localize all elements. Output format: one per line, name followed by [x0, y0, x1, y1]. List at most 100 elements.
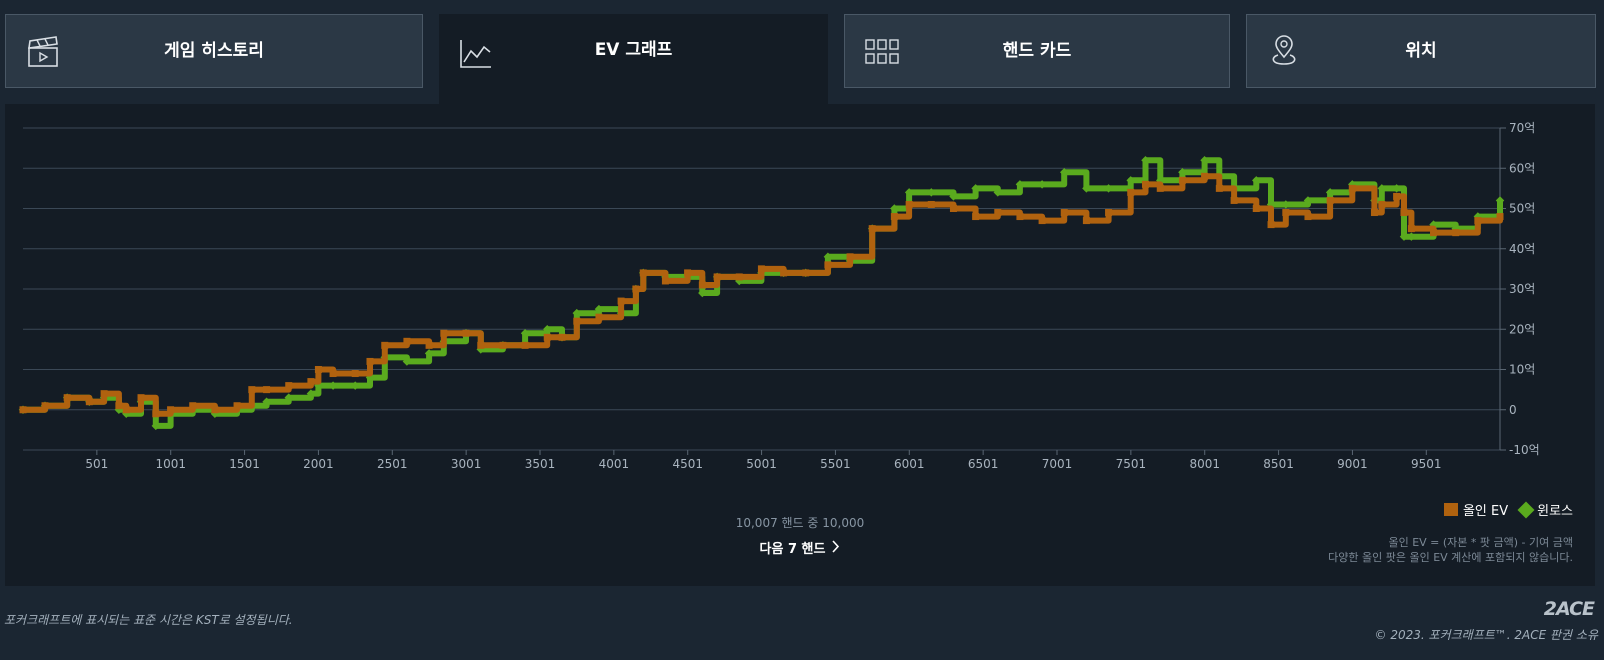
x-tick-label: 1001: [155, 457, 186, 471]
data-point: [41, 402, 49, 410]
data-point: [521, 341, 529, 349]
brand-logo: 2ACE: [1543, 598, 1595, 620]
data-point: [499, 341, 507, 349]
data-point: [381, 341, 389, 349]
x-tick-label: 3501: [525, 457, 556, 471]
ev-formula-note: 올인 EV = (자본 * 팟 금액) - 기여 금액: [1388, 536, 1573, 549]
data-point: [1378, 200, 1386, 208]
data-point: [994, 209, 1002, 217]
data-point: [698, 281, 706, 289]
tab-label: 위치: [1405, 41, 1437, 61]
data-point: [639, 269, 647, 277]
data-point: [617, 297, 625, 305]
x-tick-label: 8501: [1263, 457, 1294, 471]
data-point: [757, 265, 765, 273]
copyright-text: © 2023. 포커크래프트™. 2ACE 판권 소유: [1374, 628, 1598, 642]
data-point: [248, 386, 256, 394]
data-point: [824, 261, 832, 269]
ev-chart: -10억 0 10억 20억 30억 40억 50억 60억 70억 501 1001 1501 200…: [18, 121, 1540, 471]
data-point: [1201, 172, 1209, 180]
data-point: [1400, 209, 1408, 217]
ev-exclusion-note: 다양한 올인 팟은 올인 EV 계산에 포함되지 않습니다.: [1328, 551, 1573, 564]
tab-label: 핸드 카드: [1002, 41, 1072, 61]
data-point: [543, 333, 551, 341]
data-point: [477, 341, 485, 349]
data-point: [1016, 213, 1024, 221]
data-point: [802, 269, 810, 277]
x-tick-label: 4501: [672, 457, 703, 471]
data-point: [1348, 184, 1356, 192]
data-point: [211, 406, 219, 414]
data-point: [1178, 176, 1186, 184]
x-tick-label: 2001: [303, 457, 334, 471]
data-point: [233, 402, 241, 410]
data-point: [122, 406, 130, 414]
data-point: [661, 277, 669, 285]
data-point: [85, 398, 93, 406]
data-point: [100, 390, 108, 398]
y-tick-label: 20억: [1509, 322, 1535, 336]
data-point: [1252, 205, 1260, 212]
x-tick-label: 5501: [820, 457, 851, 471]
data-point: [1127, 188, 1135, 196]
data-point: [1038, 217, 1046, 225]
data-point: [263, 386, 271, 394]
tab-label: 게임 히스토리: [164, 41, 264, 61]
tab-game-history[interactable]: 게임 히스토리: [5, 14, 423, 88]
series-line: [23, 173, 1503, 417]
x-tick-label: 6501: [968, 457, 999, 471]
data-point: [1267, 221, 1275, 229]
tab-ev-graph[interactable]: EV 그래프: [439, 14, 828, 104]
ev-notes: 올인 EV = (자본 * 팟 금액) - 기여 금액 다양한 올인 팟은 올인…: [1328, 535, 1573, 565]
data-point: [366, 357, 374, 365]
data-point: [63, 394, 71, 402]
timezone-note: 포커크래프트에 표시되는 표준 시간은 KST로 설정됩니다.: [4, 613, 293, 627]
data-point: [1452, 229, 1460, 237]
data-point: [1474, 217, 1482, 225]
data-point: [425, 341, 433, 349]
x-tick-label: 5001: [746, 457, 777, 471]
data-point: [1370, 209, 1378, 217]
data-point: [890, 213, 898, 221]
data-point: [314, 366, 322, 373]
data-point: [1326, 196, 1334, 204]
data-point: [558, 333, 566, 341]
data-point: [1082, 217, 1090, 225]
data-point: [307, 378, 315, 386]
data-point: [905, 200, 913, 208]
data-point: [972, 213, 980, 221]
y-tick-label: 0: [1509, 403, 1517, 417]
y-tick-label: 60억: [1509, 161, 1535, 175]
x-tick-label: 7001: [1042, 457, 1073, 471]
x-tick-label: 1501: [229, 457, 260, 471]
tab-position[interactable]: 위치: [1246, 14, 1596, 88]
data-point: [462, 329, 470, 337]
data-point: [1393, 192, 1401, 200]
y-tick-label: 10억: [1509, 363, 1535, 377]
data-point: [595, 313, 603, 321]
data-point: [329, 370, 337, 378]
tab-bar: 게임 히스토리 EV 그래프 핸드 카드 위치: [0, 0, 1604, 104]
y-tick-label: -10억: [1509, 443, 1540, 457]
x-tick-label: 3001: [451, 457, 482, 471]
data-point: [780, 269, 788, 277]
hand-count-text: 10,007 핸드 중 10,000: [735, 516, 865, 530]
data-point: [927, 200, 935, 208]
data-point: [1430, 229, 1438, 237]
data-point: [440, 329, 448, 337]
data-point: [167, 406, 175, 414]
y-tick-label: 50억: [1509, 202, 1535, 216]
x-tick-label: 501: [85, 457, 108, 471]
data-point: [846, 253, 854, 261]
data-point: [713, 273, 721, 281]
tab-hand-cards[interactable]: 핸드 카드: [844, 14, 1230, 88]
x-tick-label: 4001: [599, 457, 630, 471]
data-point: [573, 317, 581, 325]
y-tick-label: 40억: [1509, 242, 1535, 256]
chevron-right-icon: [831, 540, 840, 557]
tab-label: EV 그래프: [594, 40, 673, 60]
x-tick-label: 2501: [377, 457, 408, 471]
data-point: [684, 269, 692, 277]
data-point: [351, 370, 359, 378]
x-tick-label: 8001: [1189, 457, 1220, 471]
